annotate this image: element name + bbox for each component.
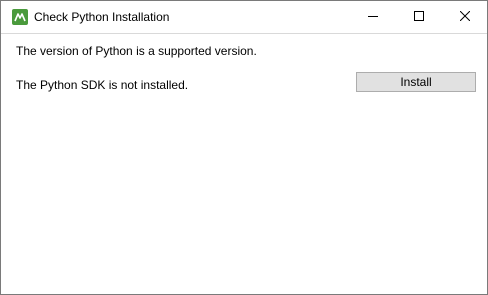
title-bar[interactable]: Check Python Installation (1, 1, 487, 33)
window-title: Check Python Installation (34, 10, 170, 24)
minimize-button[interactable] (350, 1, 396, 32)
install-button[interactable]: Install (356, 72, 476, 92)
dialog-window: Check Python Installation The version of… (0, 0, 488, 295)
python-version-message: The version of Python is a supported ver… (16, 44, 257, 58)
minimize-icon (368, 16, 378, 17)
close-button[interactable] (442, 1, 488, 32)
close-icon (460, 11, 470, 21)
python-sdk-message: The Python SDK is not installed. (16, 78, 189, 92)
maximize-icon (414, 11, 424, 21)
app-logo-icon (12, 9, 28, 25)
dialog-content: The version of Python is a supported ver… (1, 34, 487, 294)
maximize-button[interactable] (396, 1, 442, 32)
